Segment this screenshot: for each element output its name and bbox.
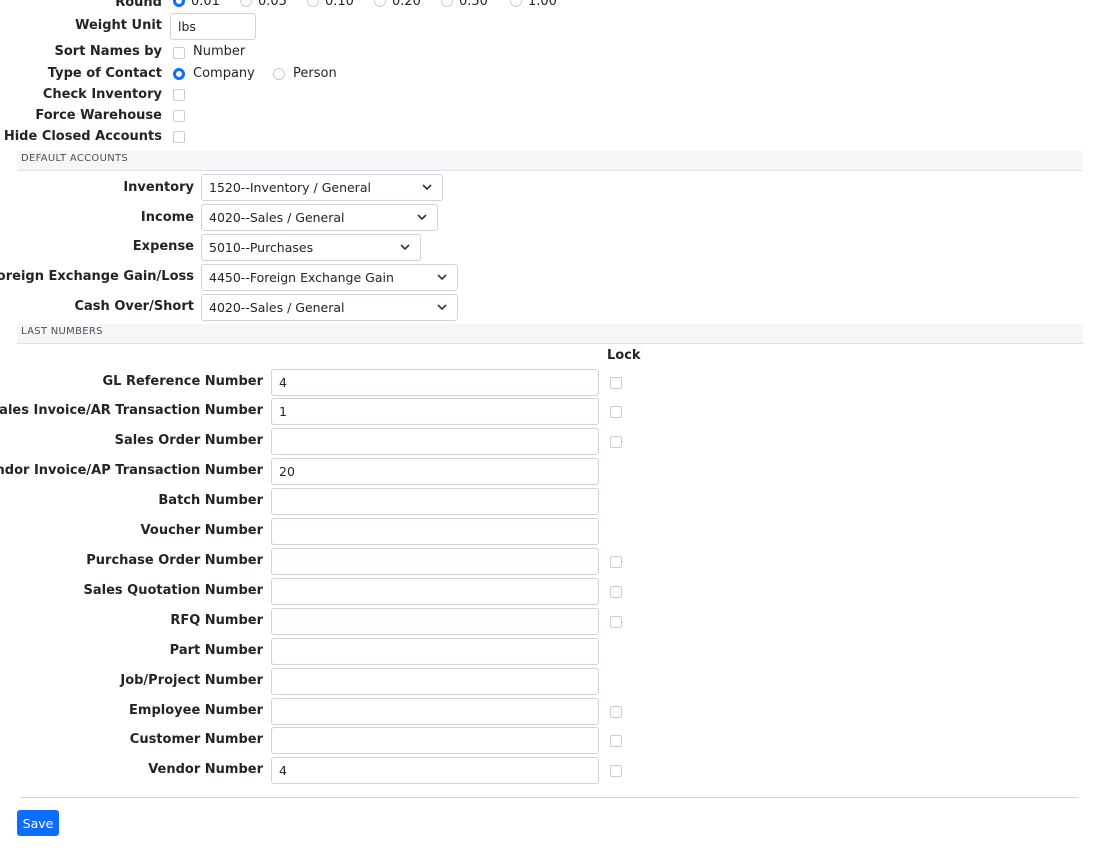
- round-option-label: 0.05: [258, 0, 287, 9]
- purchase-order-label: Purchase Order Number: [86, 553, 263, 568]
- round-option-label: 1.00: [528, 0, 557, 9]
- job-project-input[interactable]: [271, 668, 599, 695]
- round-radio-0.10[interactable]: [307, 0, 319, 7]
- lock-column-header: Lock: [607, 348, 641, 363]
- type-contact-label: Type of Contact: [47, 66, 162, 81]
- batch-number-label: Batch Number: [158, 493, 263, 508]
- customer-number-lock-checkbox[interactable]: [610, 735, 622, 747]
- round-option-label: 0.20: [392, 0, 421, 9]
- chevron-down-icon: [417, 214, 427, 221]
- force-warehouse-label: Force Warehouse: [35, 108, 162, 123]
- customer-number-label: Customer Number: [129, 732, 263, 747]
- select-value: 1520--Inventory / General: [209, 180, 371, 195]
- weight-unit-label: Weight Unit: [75, 18, 162, 33]
- income-account-label: Income: [140, 210, 194, 225]
- sales-order-label: Sales Order Number: [114, 433, 263, 448]
- customer-number-input[interactable]: [271, 727, 599, 754]
- form-divider: [21, 797, 1079, 798]
- chevron-down-icon: [437, 304, 447, 311]
- round-option-label: 0.50: [459, 0, 488, 9]
- check-inventory-label: Check Inventory: [42, 87, 162, 102]
- chevron-down-icon: [422, 184, 432, 191]
- vendor-number-lock-checkbox[interactable]: [610, 765, 622, 777]
- last-numbers-section-header: LAST NUMBERS: [17, 324, 1083, 344]
- batch-number-input[interactable]: [271, 488, 599, 515]
- rfq-number-lock-checkbox[interactable]: [610, 616, 622, 628]
- hide-closed-checkbox[interactable]: [173, 131, 185, 143]
- voucher-number-label: Voucher Number: [140, 523, 263, 538]
- sales-invoice-label: Sales Invoice/AR Transaction Number: [0, 403, 263, 418]
- sort-names-number-checkbox[interactable]: [173, 47, 185, 59]
- round-radio-0.05[interactable]: [240, 0, 252, 7]
- sales-order-input[interactable]: [271, 428, 599, 455]
- type-contact-company-label: Company: [193, 66, 255, 81]
- round-radio-1.00[interactable]: [510, 0, 522, 7]
- income-account-select[interactable]: 4020--Sales / General: [201, 204, 438, 231]
- select-value: 4020--Sales / General: [209, 210, 345, 225]
- voucher-number-input[interactable]: [271, 518, 599, 545]
- select-value: 4020--Sales / General: [209, 300, 345, 315]
- expense-account-label: Expense: [132, 239, 194, 254]
- gl-reference-input[interactable]: 4: [271, 369, 599, 396]
- round-label: Round: [115, 0, 162, 10]
- select-value: 4450--Foreign Exchange Gain: [209, 270, 394, 285]
- part-number-label: Part Number: [169, 643, 263, 658]
- round-radio-0.01[interactable]: [173, 0, 185, 7]
- chevron-down-icon: [400, 244, 410, 251]
- gl-reference-label: GL Reference Number: [102, 374, 263, 389]
- inventory-account-label: Inventory: [123, 180, 194, 195]
- check-inventory-checkbox[interactable]: [173, 89, 185, 101]
- sort-names-option-label: Number: [193, 44, 246, 59]
- round-option-label: 0.01: [191, 0, 220, 9]
- inventory-account-select[interactable]: 1520--Inventory / General: [201, 174, 443, 201]
- sales-order-lock-checkbox[interactable]: [610, 436, 622, 448]
- purchase-order-lock-checkbox[interactable]: [610, 556, 622, 568]
- vendor-invoice-label: Vendor Invoice/AP Transaction Number: [0, 463, 263, 478]
- sort-names-label: Sort Names by: [54, 44, 162, 59]
- employee-number-label: Employee Number: [129, 703, 263, 718]
- sales-quotation-lock-checkbox[interactable]: [610, 586, 622, 598]
- type-contact-person-label: Person: [293, 66, 337, 81]
- weight-unit-input[interactable]: lbs: [170, 13, 256, 40]
- employee-number-input[interactable]: [271, 698, 599, 725]
- fx-gain-loss-label: Foreign Exchange Gain/Loss: [0, 269, 194, 284]
- force-warehouse-checkbox[interactable]: [173, 110, 185, 122]
- type-contact-company-radio[interactable]: [173, 68, 185, 80]
- fx-gain-loss-select[interactable]: 4450--Foreign Exchange Gain: [201, 264, 458, 291]
- sales-quotation-label: Sales Quotation Number: [83, 583, 264, 598]
- vendor-number-input[interactable]: 4: [271, 757, 599, 784]
- job-project-label: Job/Project Number: [120, 673, 263, 688]
- sales-invoice-input[interactable]: 1: [271, 398, 599, 425]
- section-title: LAST NUMBERS: [21, 326, 103, 337]
- chevron-down-icon: [437, 274, 447, 281]
- vendor-invoice-input[interactable]: 20: [271, 458, 599, 485]
- section-title: DEFAULT ACCOUNTS: [21, 153, 129, 164]
- part-number-input[interactable]: [271, 638, 599, 665]
- cash-over-short-select[interactable]: 4020--Sales / General: [201, 294, 458, 321]
- employee-number-lock-checkbox[interactable]: [610, 706, 622, 718]
- round-radio-0.50[interactable]: [441, 0, 453, 7]
- sales-quotation-input[interactable]: [271, 578, 599, 605]
- save-button[interactable]: Save: [17, 810, 59, 836]
- round-radio-0.20[interactable]: [374, 0, 386, 7]
- round-option-label: 0.10: [325, 0, 354, 9]
- rfq-number-label: RFQ Number: [170, 613, 263, 628]
- hide-closed-label: Hide Closed Accounts: [3, 129, 162, 144]
- gl-reference-lock-checkbox[interactable]: [610, 377, 622, 389]
- cash-over-short-label: Cash Over/Short: [74, 299, 194, 314]
- vendor-number-label: Vendor Number: [148, 762, 263, 777]
- select-value: 5010--Purchases: [209, 240, 314, 255]
- sales-invoice-lock-checkbox[interactable]: [610, 406, 622, 418]
- rfq-number-input[interactable]: [271, 608, 599, 635]
- expense-account-select[interactable]: 5010--Purchases: [201, 234, 421, 261]
- purchase-order-input[interactable]: [271, 548, 599, 575]
- default-accounts-section-header: DEFAULT ACCOUNTS: [17, 151, 1083, 171]
- type-contact-person-radio[interactable]: [273, 68, 285, 80]
